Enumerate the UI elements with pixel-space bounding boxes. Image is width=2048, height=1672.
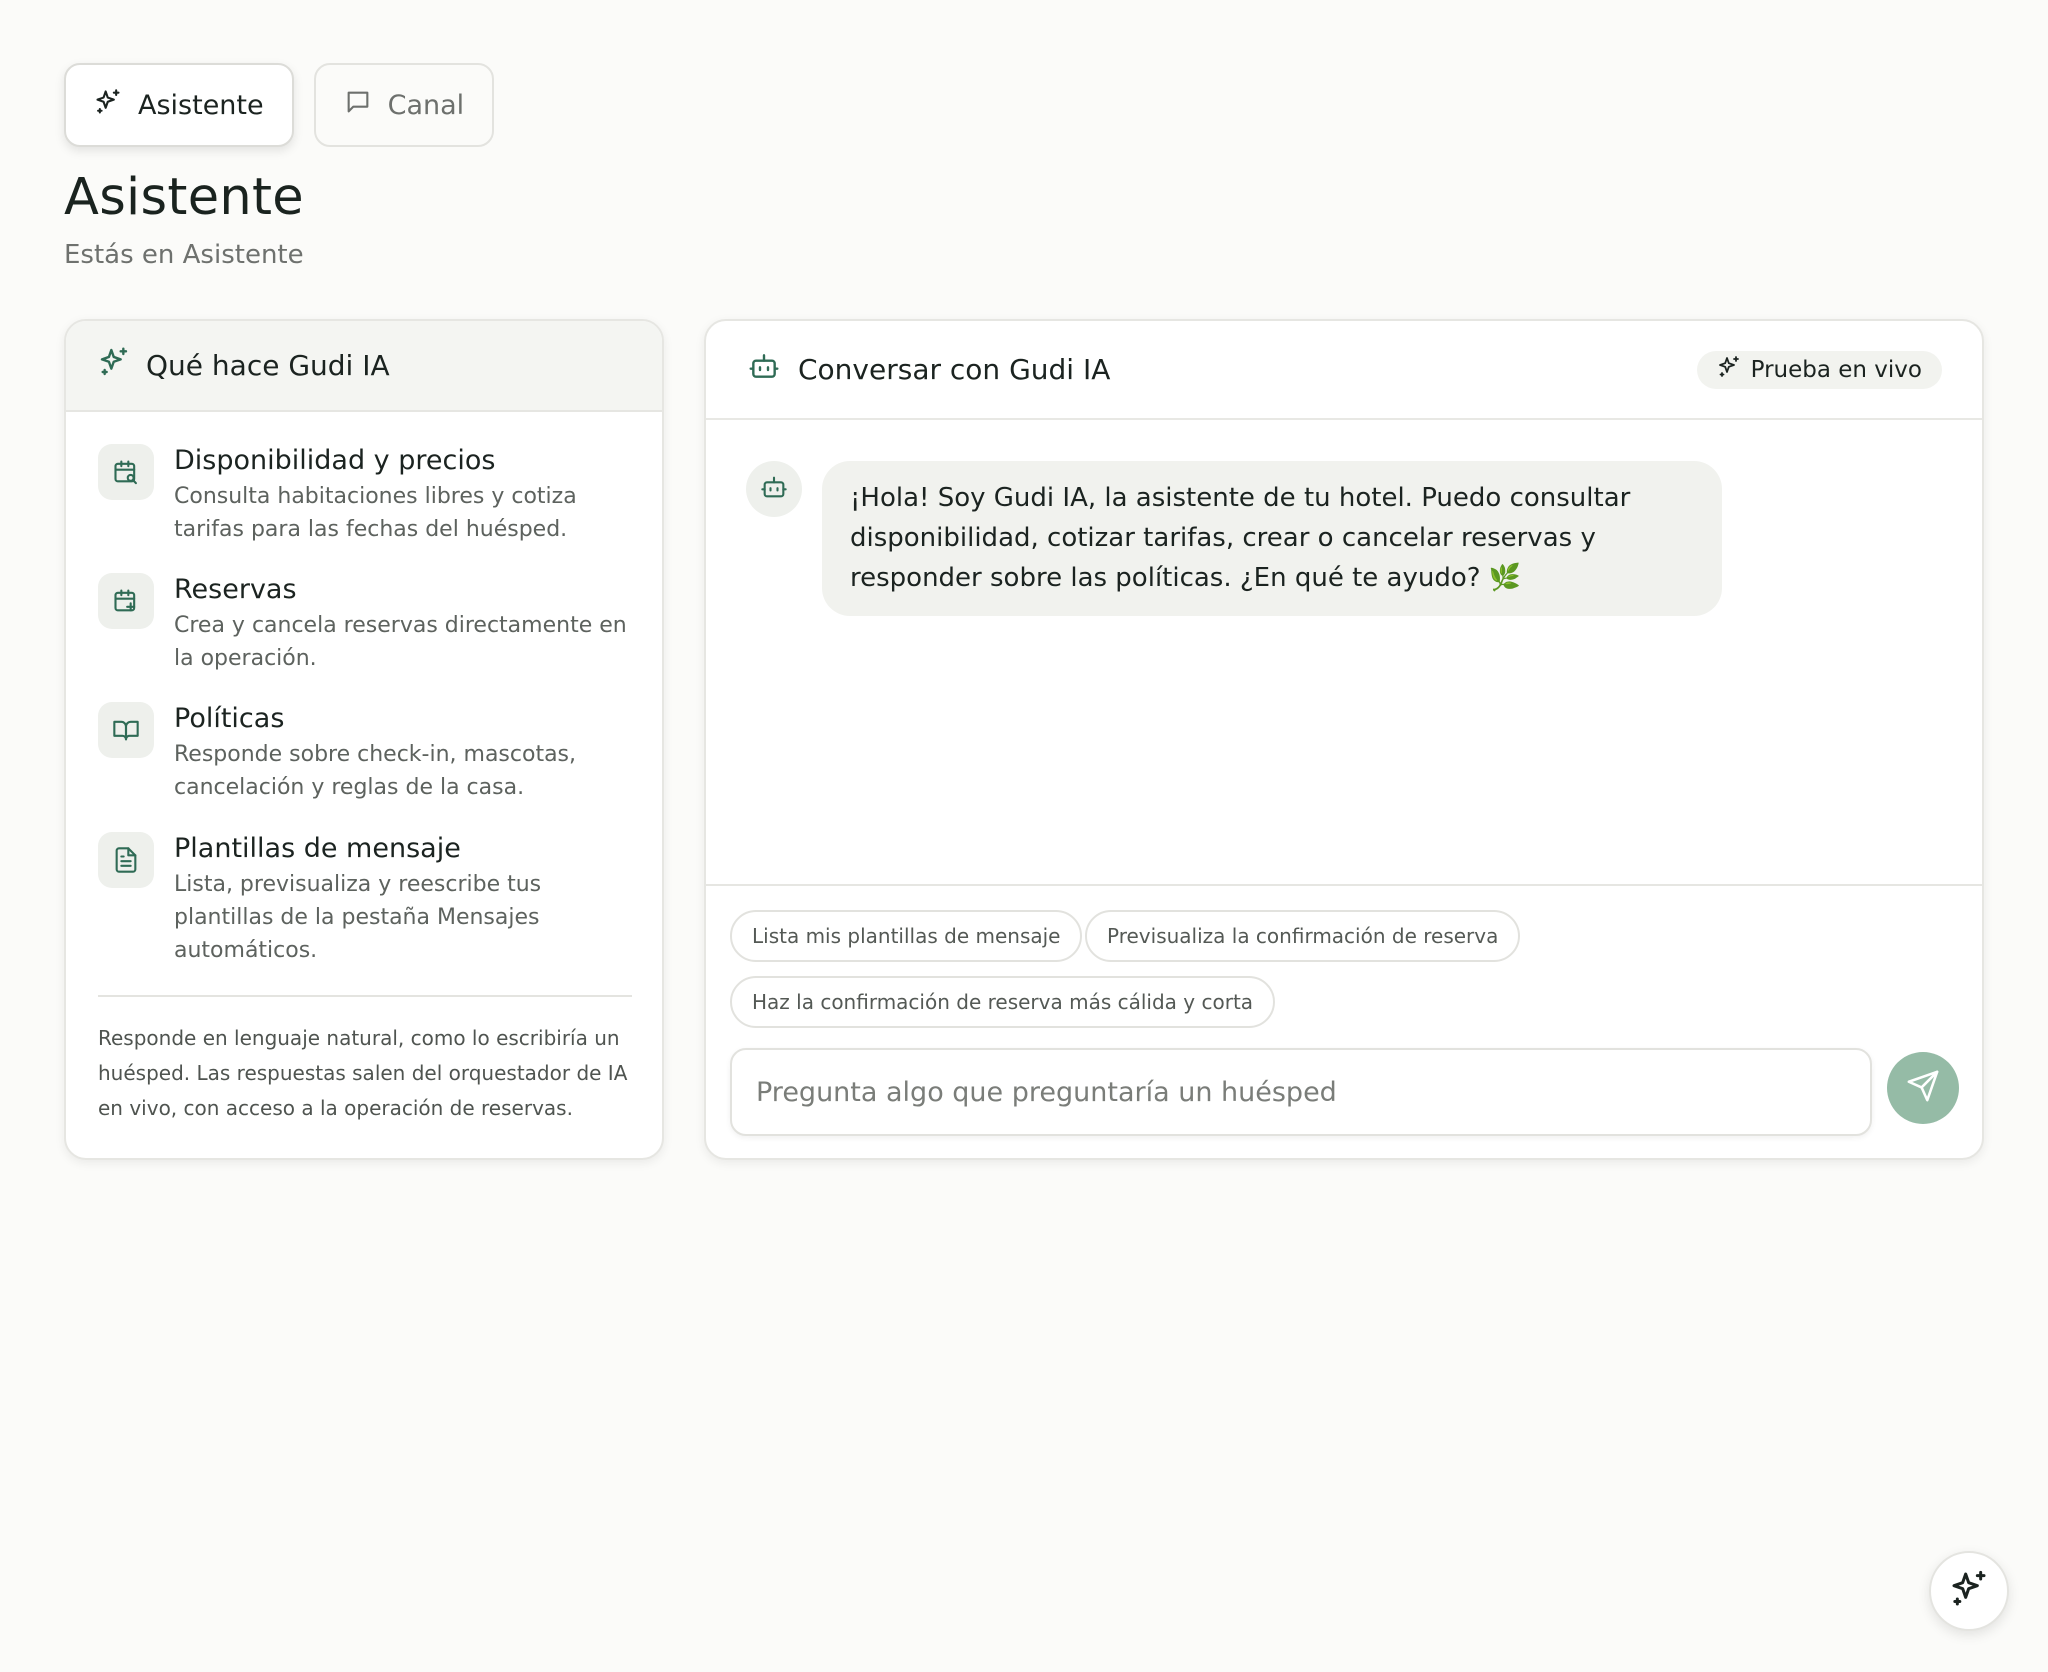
send-icon bbox=[1906, 1069, 1940, 1107]
sparkles-icon bbox=[1717, 355, 1741, 385]
chat-card: Conversar con Gudi IA Prueba en vivo ¡Ho… bbox=[704, 319, 1984, 1160]
suggestion-chip[interactable]: Lista mis plantillas de mensaje bbox=[730, 910, 1083, 962]
capability-title: Reservas bbox=[174, 574, 297, 605]
capability-item: Políticas Responde sobre check-in, masco… bbox=[98, 702, 638, 804]
message-square-icon bbox=[344, 88, 372, 123]
suggestion-chip[interactable]: Haz la confirmación de reserva más cálid… bbox=[730, 976, 1276, 1028]
chat-input[interactable]: Pregunta algo que preguntaría un huésped bbox=[730, 1048, 1872, 1136]
page-title: Asistente bbox=[64, 168, 304, 227]
live-test-badge: Prueba en vivo bbox=[1696, 351, 1942, 389]
capability-title: Plantillas de mensaje bbox=[174, 833, 461, 864]
bot-icon bbox=[748, 350, 780, 389]
capability-title: Políticas bbox=[174, 703, 285, 734]
capability-item: Reservas Crea y cancela reservas directa… bbox=[98, 573, 638, 675]
sparkles-icon bbox=[94, 88, 122, 123]
page-subtitle: Estás en Asistente bbox=[64, 240, 304, 270]
capability-item: Disponibilidad y precios Consulta habita… bbox=[98, 444, 638, 546]
tab-asistente-label: Asistente bbox=[138, 89, 264, 121]
live-test-label: Prueba en vivo bbox=[1750, 357, 1922, 383]
capability-description: Crea y cancela reservas directamente en … bbox=[174, 613, 627, 671]
capabilities-title: Qué hace Gudi IA bbox=[146, 349, 390, 382]
chat-title: Conversar con Gudi IA bbox=[798, 353, 1111, 386]
file-text-icon bbox=[98, 832, 154, 888]
sparkles-icon bbox=[98, 346, 130, 385]
calendar-plus-icon bbox=[98, 573, 154, 629]
compose-area: Lista mis plantillas de mensaje Previsua… bbox=[706, 884, 1982, 1158]
sparkles-icon bbox=[1949, 1569, 1989, 1613]
capability-description: Responde sobre check-in, mascotas, cance… bbox=[174, 742, 577, 800]
tab-asistente[interactable]: Asistente bbox=[64, 63, 294, 147]
suggestion-chip[interactable]: Previsualiza la confirmación de reserva bbox=[1085, 910, 1521, 962]
capability-title: Disponibilidad y precios bbox=[174, 445, 496, 476]
assistant-message: ¡Hola! Soy Gudi IA, la asistente de tu h… bbox=[822, 461, 1722, 616]
view-tabs: Asistente Canal bbox=[64, 63, 495, 147]
tab-canal[interactable]: Canal bbox=[313, 63, 495, 147]
divider bbox=[98, 995, 632, 997]
tab-canal-label: Canal bbox=[387, 89, 465, 121]
send-button[interactable] bbox=[1887, 1052, 1959, 1124]
capability-item: Plantillas de mensaje Lista, previsualiz… bbox=[98, 832, 638, 967]
book-open-icon bbox=[98, 702, 154, 758]
chat-header: Conversar con Gudi IA Prueba en vivo bbox=[706, 321, 1982, 420]
assistant-fab-button[interactable] bbox=[1929, 1551, 2009, 1631]
capabilities-note: Responde en lenguaje natural, como lo es… bbox=[98, 1026, 628, 1120]
calendar-search-icon bbox=[98, 444, 154, 500]
bot-avatar bbox=[746, 461, 802, 517]
capability-description: Lista, previsualiza y reescribe tus plan… bbox=[174, 872, 542, 963]
capabilities-card: Qué hace Gudi IA Disponibilidad y precio… bbox=[64, 319, 664, 1160]
bot-icon bbox=[760, 473, 788, 505]
capability-description: Consulta habitaciones libres y cotiza ta… bbox=[174, 484, 577, 542]
capabilities-header: Qué hace Gudi IA bbox=[66, 321, 662, 412]
